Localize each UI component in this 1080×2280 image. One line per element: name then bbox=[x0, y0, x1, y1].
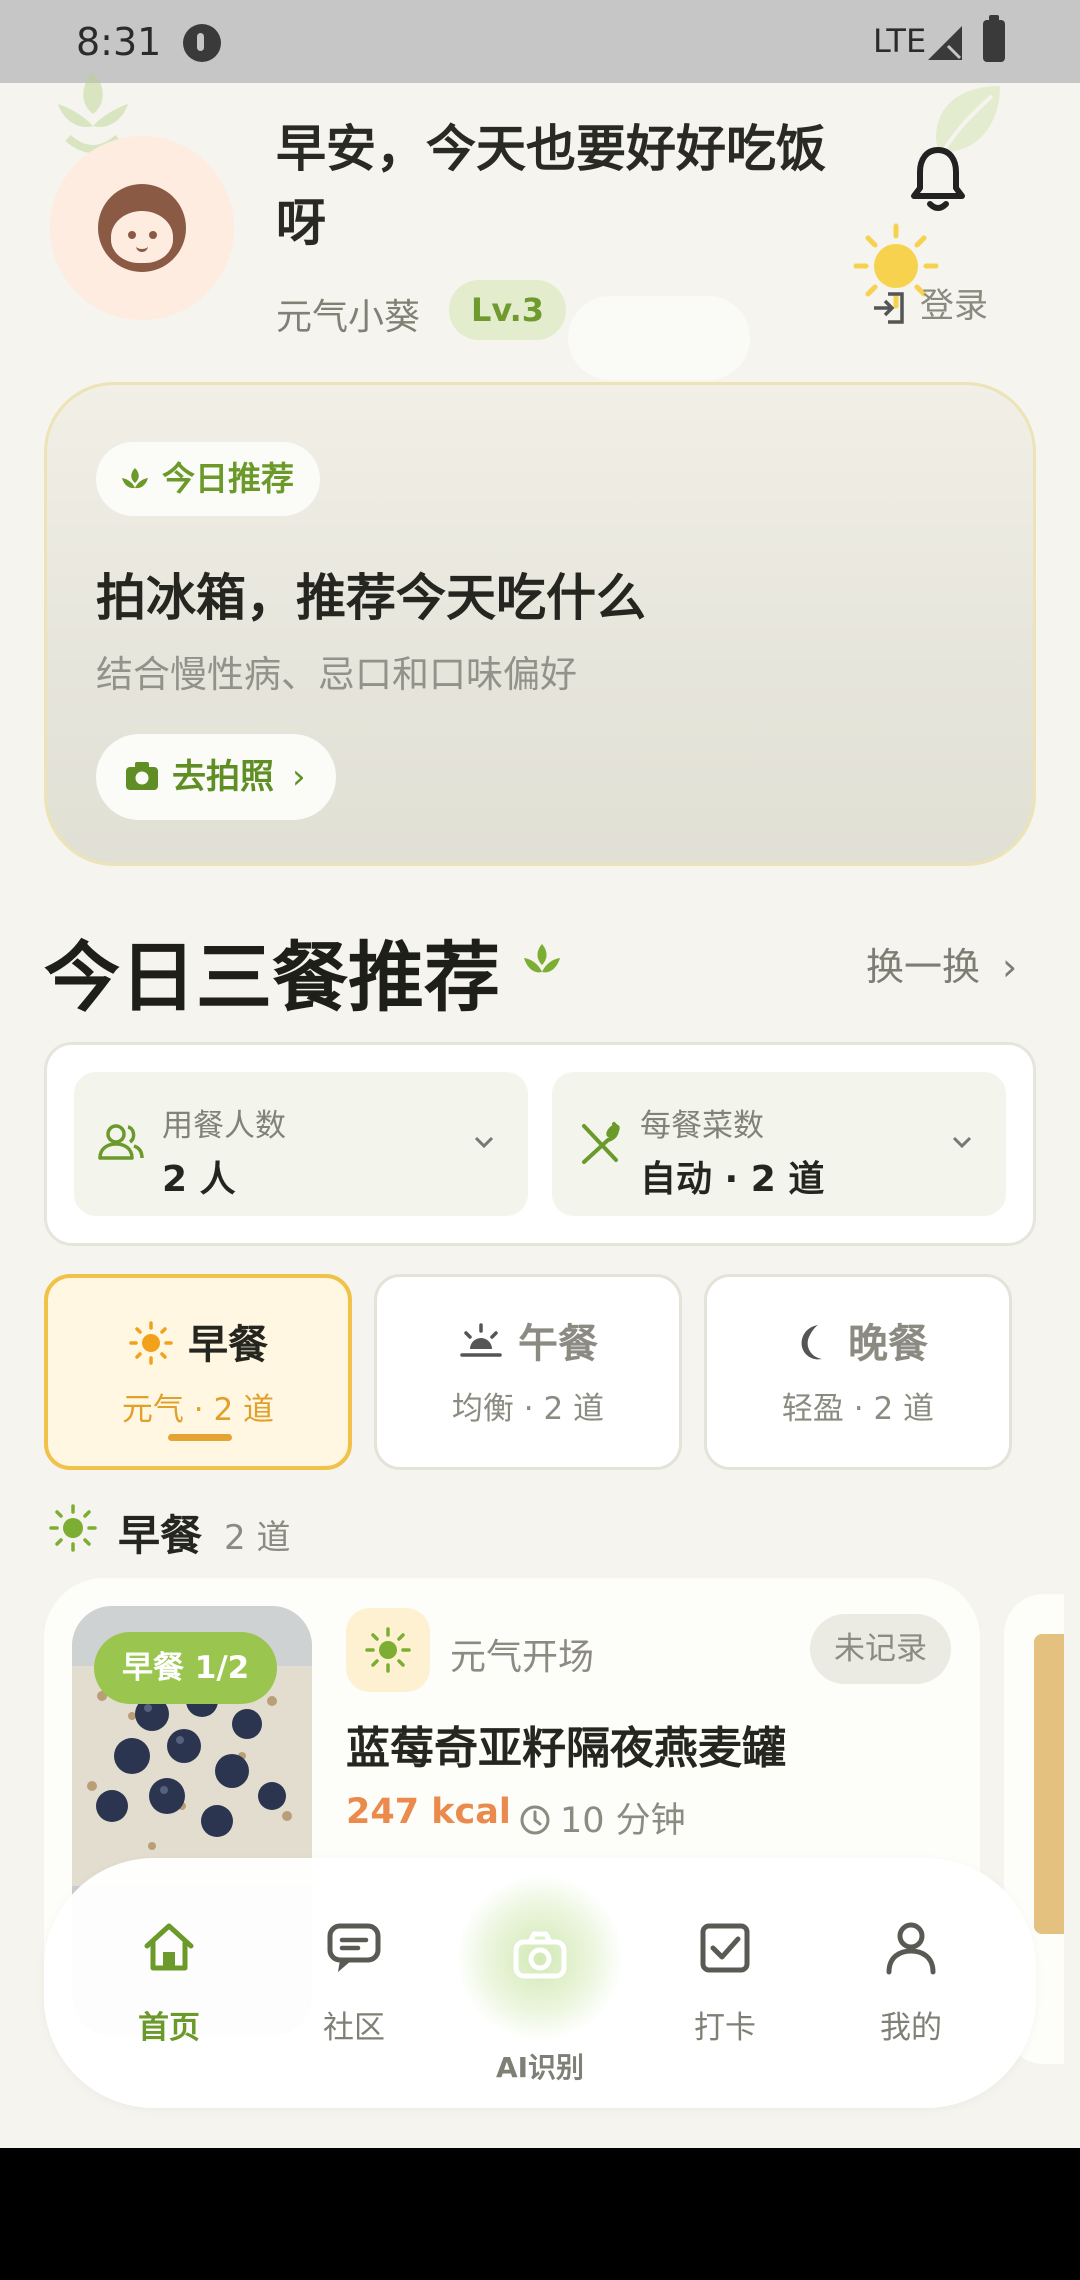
signal-icon bbox=[928, 26, 962, 60]
tab-breakfast[interactable]: 早餐 元气 · 2 道 bbox=[44, 1274, 352, 1470]
active-tab-indicator bbox=[168, 1434, 232, 1441]
sun-icon bbox=[129, 1321, 173, 1365]
nav-ai-scan[interactable] bbox=[465, 1926, 615, 1986]
nav-community-label: 社区 bbox=[323, 2010, 385, 2046]
tab-dinner-desc: 轻盈 · 2 道 bbox=[781, 1391, 935, 1427]
nav-community[interactable]: 社区 bbox=[279, 1918, 429, 2047]
sprout-icon bbox=[524, 944, 560, 973]
login-label: 登录 bbox=[920, 286, 988, 326]
diners-selector[interactable]: 用餐人数 2 人 bbox=[74, 1072, 528, 1216]
take-photo-button[interactable]: 去拍照 › bbox=[96, 734, 336, 820]
nav-profile[interactable]: 我的 bbox=[836, 1918, 986, 2047]
diners-label: 用餐人数 bbox=[162, 1108, 286, 1144]
sprout-icon bbox=[122, 468, 148, 489]
network-type: LTE bbox=[873, 22, 927, 60]
nav-checkin[interactable]: 打卡 bbox=[650, 1918, 800, 2047]
take-photo-label: 去拍照 bbox=[172, 757, 274, 797]
chip-label: 今日推荐 bbox=[162, 459, 294, 498]
nav-ai-scan-label: AI识别 bbox=[495, 2051, 585, 2084]
record-status-badge[interactable]: 未记录 bbox=[810, 1614, 951, 1684]
tab-breakfast-desc: 元气 · 2 道 bbox=[121, 1392, 275, 1428]
tab-lunch-desc: 均衡 · 2 道 bbox=[451, 1391, 605, 1427]
tab-lunch[interactable]: 午餐 均衡 · 2 道 bbox=[374, 1274, 682, 1470]
recommend-title: 拍冰箱，推荐今天吃什么 bbox=[96, 569, 646, 627]
battery-icon bbox=[983, 15, 1005, 62]
shuffle-button[interactable]: 换一换 › bbox=[866, 936, 1017, 991]
chevron-down-icon bbox=[952, 1136, 972, 1149]
camera-icon bbox=[513, 1931, 567, 1979]
breakfast-heading: 早餐 bbox=[118, 1511, 203, 1560]
chevron-right-icon: › bbox=[292, 757, 306, 797]
do-not-disturb-icon bbox=[183, 24, 221, 62]
tab-lunch-label: 午餐 bbox=[518, 1321, 598, 1367]
food-category-badge bbox=[346, 1608, 430, 1692]
diners-value: 2 人 bbox=[162, 1159, 236, 1200]
camera-icon bbox=[126, 762, 158, 790]
nav-checkin-label: 打卡 bbox=[694, 2010, 756, 2046]
status-time: 8:31 bbox=[76, 20, 162, 64]
food-name: 蓝莓奇亚籽隔夜燕麦罐 bbox=[346, 1723, 786, 1774]
nav-home[interactable]: 首页 bbox=[94, 1918, 244, 2047]
utensils-icon bbox=[582, 1122, 620, 1164]
sunrise-icon bbox=[460, 1323, 502, 1357]
moon-icon bbox=[801, 1325, 822, 1360]
cook-time-label: 10 分钟 bbox=[560, 1801, 686, 1841]
login-icon bbox=[874, 291, 904, 324]
sun-icon bbox=[365, 1627, 411, 1673]
food-cook-time: 10 分钟 bbox=[518, 1792, 686, 1843]
dishes-value: 自动 · 2 道 bbox=[640, 1159, 825, 1200]
decorative-blob bbox=[568, 296, 750, 380]
username: 元气小葵 bbox=[276, 297, 421, 338]
person-icon bbox=[886, 1922, 936, 1975]
chevron-down-icon bbox=[474, 1136, 494, 1149]
food-subtitle: 元气开场 bbox=[450, 1637, 595, 1678]
clock-icon bbox=[520, 1805, 550, 1835]
tab-dinner[interactable]: 晚餐 轻盈 · 2 道 bbox=[704, 1274, 1012, 1470]
breakfast-count: 2 道 bbox=[224, 1518, 291, 1558]
recommend-subtitle: 结合慢性病、忌口和口味偏好 bbox=[96, 653, 577, 696]
home-icon bbox=[144, 1923, 194, 1971]
status-bar: 8:31 LTE bbox=[0, 0, 1080, 83]
sun-icon bbox=[49, 1504, 97, 1552]
people-icon bbox=[98, 1124, 144, 1160]
dishes-label: 每餐菜数 bbox=[640, 1108, 764, 1144]
checkbox-icon bbox=[700, 1923, 750, 1973]
avatar-face-icon bbox=[98, 184, 186, 272]
food-calories: 247 kcal bbox=[346, 1792, 511, 1832]
login-button[interactable]: 登录 bbox=[870, 278, 988, 328]
chevron-right-icon: › bbox=[1002, 945, 1018, 989]
avatar[interactable] bbox=[50, 136, 234, 320]
notification-bell-icon[interactable] bbox=[906, 144, 970, 214]
home-circle-icon[interactable] bbox=[520, 2194, 560, 2234]
dishes-selector[interactable]: 每餐菜数 自动 · 2 道 bbox=[552, 1072, 1006, 1216]
recent-apps-icon[interactable] bbox=[798, 2196, 838, 2236]
meal-position-tag: 早餐 1/2 bbox=[94, 1632, 278, 1704]
nav-profile-label: 我的 bbox=[880, 2010, 942, 2046]
nav-home-label: 首页 bbox=[138, 2010, 200, 2046]
tab-breakfast-label: 早餐 bbox=[188, 1322, 268, 1368]
today-recommend-chip: 今日推荐 bbox=[96, 442, 320, 516]
level-badge: Lv.3 bbox=[449, 280, 567, 340]
tab-dinner-label: 晚餐 bbox=[848, 1321, 928, 1367]
shuffle-label: 换一换 bbox=[866, 945, 981, 989]
chat-icon bbox=[327, 1923, 381, 1972]
greeting-text: 早安，今天也要好好吃饭呀 bbox=[276, 120, 826, 252]
section-title: 今日三餐推荐 bbox=[44, 933, 500, 1022]
